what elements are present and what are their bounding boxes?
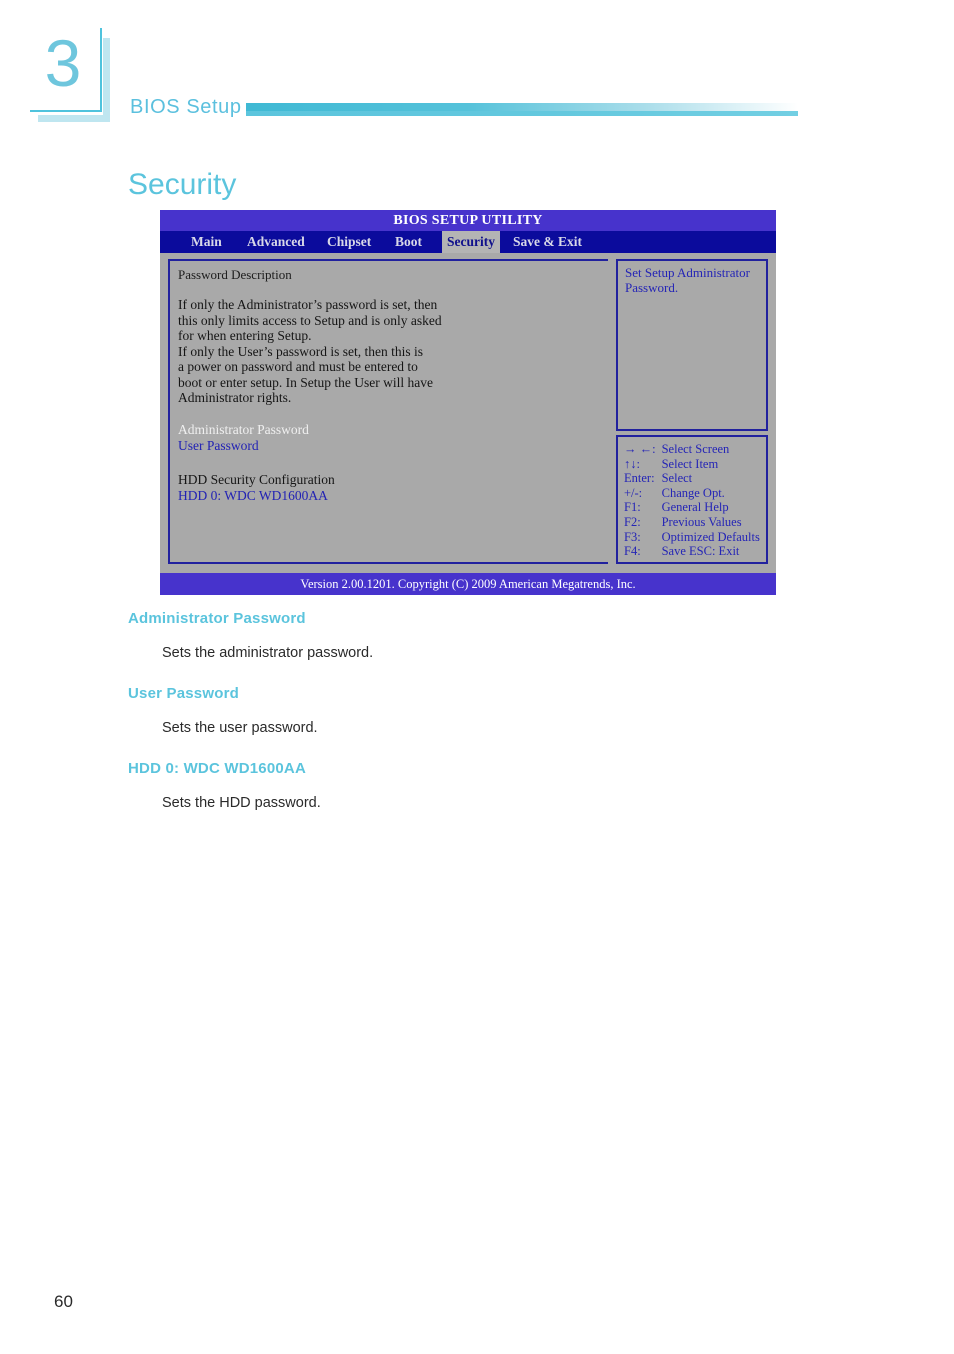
bios-help-text: Set Setup Administrator Password.: [625, 265, 750, 295]
header-gradient-rule: [246, 103, 798, 117]
bios-help-panel: Set Setup Administrator Password.: [616, 259, 768, 431]
legend-row: F2: Previous Values: [624, 515, 760, 530]
header-rule-bottom: [246, 111, 798, 116]
hdd-security-configuration-label: HDD Security Configuration: [178, 471, 335, 487]
legend-action: Select Screen: [661, 442, 730, 456]
legend-row: F3: Optimized Defaults: [624, 530, 760, 545]
document-sections: Administrator Password Sets the administr…: [128, 610, 828, 811]
bios-body: Password Description If only the Adminis…: [160, 253, 776, 573]
password-description-title: Password Description: [178, 267, 292, 282]
description-line: for when entering Setup.: [178, 328, 312, 343]
bios-menu-bar: Main Advanced Chipset Boot Security Save & Ex…: [160, 231, 776, 253]
chapter-number: 3: [44, 26, 82, 100]
legend-key: F1:: [624, 500, 641, 515]
bios-tab-security[interactable]: Security: [442, 231, 500, 253]
bios-setup-screenshot: BIOS SETUP UTILITY Main Advanced Chipset Bo…: [160, 210, 776, 595]
chapter-header: 3 BIOS Setup: [0, 0, 954, 140]
legend-action: General Help: [661, 500, 729, 515]
bios-title-bar: BIOS SETUP UTILITY: [160, 210, 776, 231]
legend-row: F1: General Help: [624, 500, 760, 515]
bios-field-administrator-password[interactable]: Administrator Password: [178, 422, 600, 438]
password-fields: Administrator Password User Password: [178, 422, 600, 454]
section-heading: HDD 0: WDC WD1600AA: [128, 760, 306, 777]
page-title: Security: [128, 168, 237, 202]
section-hdd-0-wdc-wd1600aa: HDD 0: WDC WD1600AA Sets the HDD password…: [128, 760, 828, 811]
bios-key-legend-table: → ←: Select Screen ↑↓: Select Item Enter: Sel…: [624, 442, 760, 559]
section-body: Sets the user password.: [162, 720, 318, 736]
bios-tab-main[interactable]: Main: [186, 231, 227, 253]
bios-tab-chipset[interactable]: Chipset: [322, 231, 376, 253]
description-line: this only limits access to Setup and is …: [178, 312, 442, 328]
password-description-text: If only the Administrator’s password is …: [178, 297, 600, 406]
section-body: Sets the HDD password.: [162, 795, 321, 811]
legend-row: → ←: Select Screen: [624, 442, 760, 457]
description-line: If only the User’s password is set, then…: [178, 343, 423, 359]
legend-action: Select Item: [661, 456, 719, 471]
legend-key: F3:: [624, 529, 641, 544]
description-line: a power on password and must be entered …: [178, 359, 418, 374]
legend-key: Enter:: [624, 471, 655, 486]
legend-row: ↑↓: Select Item: [624, 457, 760, 472]
legend-row: +/-: Change Opt.: [624, 486, 760, 501]
legend-key: → ←:: [624, 442, 656, 456]
legend-key: F2:: [624, 514, 641, 529]
legend-key: +/-:: [624, 485, 643, 500]
bios-tab-save-exit[interactable]: Save & Exit: [508, 231, 587, 253]
chapter-number-badge: 3: [30, 26, 110, 122]
legend-row: Enter: Select: [624, 471, 760, 486]
section-administrator-password: Administrator Password Sets the administr…: [128, 610, 828, 661]
bios-tab-advanced[interactable]: Advanced: [242, 231, 310, 253]
page-number: 60: [54, 1292, 73, 1311]
bios-key-legend-panel: → ←: Select Screen ↑↓: Select Item Enter: Sel…: [616, 435, 768, 564]
legend-action: Previous Values: [661, 514, 742, 529]
legend-action: Change Opt.: [661, 485, 725, 500]
section-heading: Administrator Password: [128, 610, 306, 627]
legend-action: Select: [661, 471, 693, 486]
description-line: If only the Administrator’s password is …: [178, 297, 438, 312]
header-rule-top: [246, 103, 798, 111]
description-line: Administrator rights.: [178, 390, 292, 405]
bios-field-hdd-0[interactable]: HDD 0: WDC WD1600AA: [178, 488, 600, 504]
section-heading: User Password: [128, 685, 239, 702]
description-line: boot or enter setup. In Setup the User w…: [178, 374, 433, 390]
section-body: Sets the administrator password.: [162, 645, 374, 661]
legend-row: F4: Save ESC: Exit: [624, 544, 760, 559]
legend-action: Optimized Defaults: [661, 529, 760, 544]
bios-left-panel: Password Description If only the Adminis…: [168, 259, 608, 564]
legend-key: F4:: [624, 544, 641, 559]
section-user-password: User Password Sets the user password.: [128, 685, 828, 736]
chapter-title: BIOS Setup: [130, 96, 242, 118]
hdd-security-section: HDD Security Configuration HDD 0: WDC WD…: [178, 472, 600, 504]
legend-key: ↑↓:: [624, 456, 640, 471]
bios-field-user-password[interactable]: User Password: [178, 438, 600, 454]
legend-action: Save ESC: Exit: [661, 544, 740, 559]
bios-key-legend-rows: → ←: Select Screen ↑↓: Select Item Enter: Sel…: [624, 442, 760, 559]
bios-tab-boot[interactable]: Boot: [390, 231, 427, 253]
bios-footer-bar: Version 2.00.1201. Copyright (C) 2009 Am…: [160, 573, 776, 595]
